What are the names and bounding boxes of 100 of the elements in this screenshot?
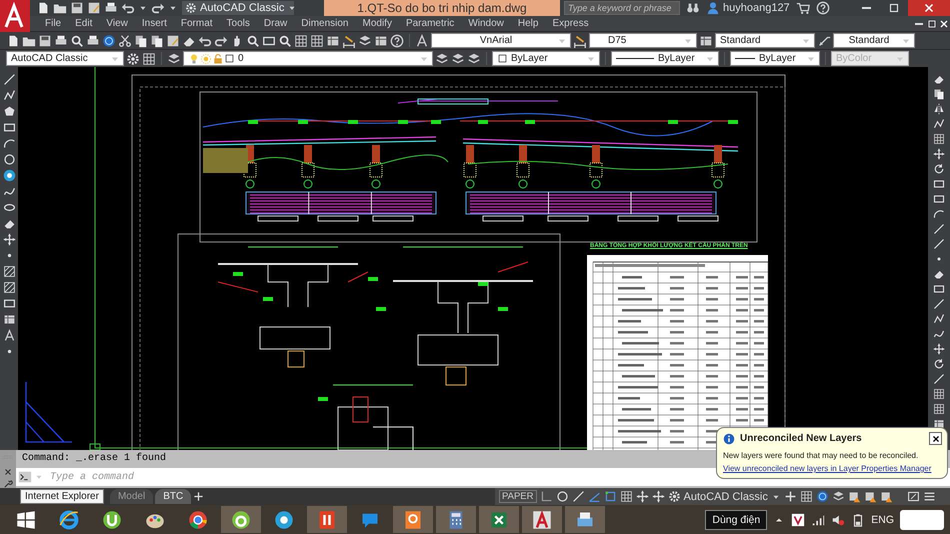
print-icon[interactable] bbox=[54, 34, 68, 48]
menu-item[interactable]: Format bbox=[174, 18, 220, 29]
polyline-icon[interactable] bbox=[2, 89, 16, 102]
menu-item[interactable]: Insert bbox=[134, 18, 174, 29]
save-icon[interactable] bbox=[70, 1, 84, 15]
workspace-label[interactable]: AutoCAD Classic bbox=[684, 490, 768, 502]
volume-muted-icon[interactable] bbox=[831, 512, 846, 526]
notification-title: Unreconciled New Layers bbox=[740, 433, 862, 444]
fullscreen-icon[interactable] bbox=[906, 490, 920, 503]
workspace-dropdown[interactable]: AutoCAD Classic bbox=[6, 51, 124, 66]
zoom-previous-icon[interactable] bbox=[278, 34, 292, 48]
layers-icon[interactable] bbox=[832, 490, 845, 503]
user-name[interactable]: huyhoang127 bbox=[723, 2, 790, 14]
circle-icon[interactable] bbox=[2, 153, 16, 166]
maximize-icon[interactable] bbox=[926, 18, 938, 30]
layout-tab[interactable]: BTC bbox=[155, 489, 192, 504]
menu-icon[interactable] bbox=[922, 490, 936, 503]
angle-icon[interactable] bbox=[588, 490, 601, 503]
erase-icon[interactable] bbox=[933, 73, 945, 85]
line-icon[interactable] bbox=[933, 373, 945, 385]
line-icon[interactable] bbox=[2, 73, 16, 86]
help-icon[interactable] bbox=[390, 34, 404, 48]
undo-icon[interactable] bbox=[121, 1, 135, 15]
add-layout-icon[interactable] bbox=[193, 491, 204, 502]
menu-item[interactable]: Help bbox=[510, 18, 546, 29]
settings-icon[interactable] bbox=[668, 490, 681, 503]
text-style-dropdown[interactable]: VnArial bbox=[431, 33, 571, 48]
move-icon[interactable] bbox=[933, 343, 945, 355]
lineweight-dropdown[interactable]: ByLayer bbox=[730, 51, 820, 66]
save-icon[interactable] bbox=[38, 34, 52, 48]
menu-item[interactable]: Draw bbox=[256, 18, 294, 29]
close-icon[interactable] bbox=[938, 18, 950, 30]
rotate-icon[interactable] bbox=[933, 163, 945, 175]
paper-space-button[interactable]: PAPER bbox=[499, 490, 537, 503]
rotate-icon[interactable] bbox=[933, 358, 945, 370]
copy-icon[interactable] bbox=[134, 34, 148, 48]
wrench-icon[interactable] bbox=[3, 479, 13, 489]
workspace-dropdown[interactable]: AutoCAD Classic bbox=[182, 1, 294, 15]
polygon-icon[interactable] bbox=[2, 105, 16, 118]
table-style-dropdown[interactable]: Standard bbox=[715, 33, 815, 48]
multiline-text-icon[interactable] bbox=[2, 329, 16, 342]
copy-icon[interactable] bbox=[933, 88, 945, 100]
redo-icon[interactable] bbox=[214, 34, 228, 48]
taskbar-app[interactable] bbox=[393, 506, 433, 533]
taskbar-app[interactable] bbox=[479, 506, 519, 533]
menu-item[interactable]: Parametric bbox=[398, 18, 462, 29]
menu-item[interactable]: Window bbox=[461, 18, 511, 29]
menu-item[interactable]: File bbox=[38, 18, 68, 29]
table-style-icon[interactable] bbox=[699, 34, 713, 48]
taskbar-app[interactable] bbox=[221, 506, 261, 533]
zoom-icon[interactable] bbox=[246, 34, 260, 48]
text-style-icon[interactable] bbox=[415, 34, 429, 48]
layout-tab[interactable]: Model bbox=[110, 489, 154, 504]
rectangle-icon[interactable] bbox=[2, 121, 16, 134]
menu-item[interactable]: View bbox=[99, 18, 135, 29]
make-current-icon[interactable] bbox=[435, 52, 449, 66]
taskbar-app[interactable] bbox=[565, 506, 605, 533]
save-as-icon[interactable] bbox=[87, 1, 101, 15]
grid-icon[interactable] bbox=[933, 388, 945, 400]
ellipse-icon[interactable] bbox=[2, 201, 16, 214]
signal-icon[interactable] bbox=[811, 512, 826, 526]
minimize-icon[interactable] bbox=[915, 22, 923, 24]
multileader-style-dropdown[interactable]: Standard bbox=[833, 33, 915, 48]
table-icon[interactable] bbox=[2, 313, 16, 326]
menu-item[interactable]: Edit bbox=[68, 18, 100, 29]
dimension-style-icon[interactable] bbox=[573, 34, 587, 48]
cart-icon[interactable] bbox=[796, 1, 810, 15]
menu-item[interactable]: Dimension bbox=[294, 18, 356, 29]
redo-icon[interactable] bbox=[151, 1, 165, 15]
mirror-icon[interactable] bbox=[933, 103, 945, 115]
help-icon[interactable] bbox=[816, 1, 830, 15]
color-dropdown[interactable]: ByLayer bbox=[492, 51, 600, 66]
layer-state-icon[interactable] bbox=[467, 52, 481, 66]
search-field[interactable]: Type a keyword or phrase bbox=[564, 1, 680, 15]
taskbar-app[interactable] bbox=[307, 506, 347, 533]
menu-item[interactable]: Express bbox=[545, 18, 596, 29]
layer-properties-icon[interactable] bbox=[167, 52, 181, 66]
plus-icon[interactable] bbox=[784, 490, 797, 503]
settings-icon[interactable] bbox=[126, 52, 140, 66]
spline-icon[interactable] bbox=[2, 185, 16, 198]
move-icon[interactable] bbox=[933, 148, 945, 160]
language-indicator[interactable]: ENG bbox=[871, 514, 894, 526]
print-preview-icon[interactable] bbox=[70, 34, 84, 48]
hatch-icon[interactable] bbox=[2, 265, 16, 278]
user-icon[interactable] bbox=[706, 1, 720, 15]
array-icon[interactable] bbox=[933, 133, 945, 145]
cut-icon[interactable] bbox=[118, 34, 132, 48]
table-icon[interactable] bbox=[933, 418, 945, 430]
linetype-dropdown[interactable]: ByLayer bbox=[611, 51, 719, 66]
grid-icon[interactable] bbox=[933, 403, 945, 415]
layer-previous-icon[interactable] bbox=[451, 52, 465, 66]
menu-item[interactable]: Tools bbox=[220, 18, 257, 29]
binoculars-icon[interactable] bbox=[686, 1, 700, 15]
arc-icon[interactable] bbox=[2, 137, 16, 150]
menu-item[interactable]: Modify bbox=[356, 18, 399, 29]
tray-app-icon[interactable] bbox=[791, 512, 806, 526]
close-button[interactable] bbox=[929, 432, 942, 445]
layer-dropdown[interactable]: 0 bbox=[183, 51, 433, 66]
close-icon[interactable] bbox=[3, 467, 13, 477]
dimension-style-dropdown[interactable]: D75 bbox=[589, 33, 697, 48]
